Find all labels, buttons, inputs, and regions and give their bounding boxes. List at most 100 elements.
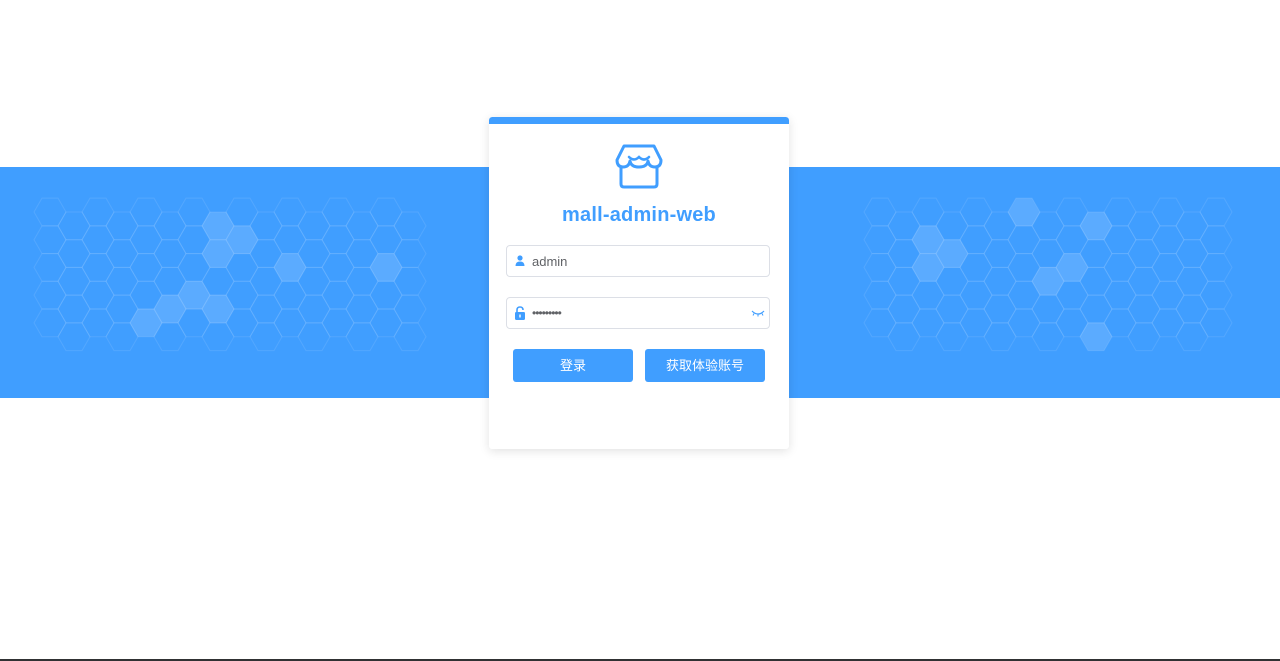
hexagon-shape xyxy=(911,197,945,227)
card-accent-bar xyxy=(489,117,789,124)
hexagon-shape xyxy=(959,280,993,310)
hexagon-shape xyxy=(1175,211,1209,241)
hexagon-shape xyxy=(81,253,115,282)
trial-account-button[interactable]: 获取体验账号 xyxy=(645,349,765,382)
hexagon-shape xyxy=(1151,225,1185,255)
hexagon-shape xyxy=(1151,280,1185,310)
hexagon-shape xyxy=(393,322,427,352)
hexagon-shape xyxy=(1151,197,1185,227)
hexagon-shape xyxy=(33,280,67,310)
hexagon-shape xyxy=(983,266,1017,296)
hexagon-shape xyxy=(57,239,91,268)
hexagon-shape xyxy=(1127,211,1161,241)
login-card: mall-admin-web 登录 获取体验账号 xyxy=(489,117,789,449)
hexagon-shape xyxy=(273,197,307,227)
hexagon-shape xyxy=(105,266,139,296)
hexagon-shape xyxy=(1175,294,1209,324)
hexagon-shape xyxy=(105,211,139,241)
hexagon-shape xyxy=(1127,322,1161,352)
hexagon-shape xyxy=(935,322,969,352)
hexagon-shape xyxy=(887,294,921,324)
hexagon-shape xyxy=(153,239,187,268)
hexagon-shape xyxy=(369,253,403,282)
hexagon-shape xyxy=(1175,266,1209,296)
hexagon-shape xyxy=(57,266,91,296)
hexagon-shape xyxy=(1079,294,1113,324)
store-icon xyxy=(615,144,663,189)
password-field[interactable] xyxy=(506,297,770,329)
hexagon-shape xyxy=(369,308,403,338)
hexagon-shape xyxy=(983,239,1017,268)
hexagon-shape xyxy=(105,239,139,268)
hexagon-shape xyxy=(81,197,115,227)
hexagon-shape xyxy=(393,294,427,324)
hexagon-shape xyxy=(1151,253,1185,282)
hexagon-shape xyxy=(81,225,115,255)
hexagon-shape xyxy=(1079,322,1113,352)
hexagon-shape xyxy=(1175,239,1209,268)
hexagon-shape xyxy=(273,280,307,310)
hexagon-shape xyxy=(1199,253,1233,282)
hexagon-shape xyxy=(1199,308,1233,338)
hexagon-shape xyxy=(321,253,355,282)
hexagon-shape xyxy=(1127,266,1161,296)
hexagon-pattern-right xyxy=(863,197,1233,352)
hexagon-shape xyxy=(1007,308,1041,338)
hexagon-shape xyxy=(1199,197,1233,227)
hexagon-shape xyxy=(911,280,945,310)
hexagon-shape xyxy=(1031,322,1065,352)
hexagon-shape xyxy=(57,322,91,352)
hexagon-shape xyxy=(297,294,331,324)
login-button[interactable]: 登录 xyxy=(513,349,633,382)
hexagon-shape xyxy=(321,308,355,338)
hexagon-shape xyxy=(935,294,969,324)
hexagon-shape xyxy=(345,211,379,241)
hexagon-shape xyxy=(33,308,67,338)
hexagon-shape xyxy=(345,294,379,324)
hexagon-shape xyxy=(129,253,163,282)
hexagon-shape xyxy=(369,197,403,227)
hexagon-shape xyxy=(273,253,307,282)
hexagon-shape xyxy=(1199,225,1233,255)
hexagon-shape xyxy=(81,308,115,338)
hexagon-shape xyxy=(57,211,91,241)
hexagon-shape xyxy=(1151,308,1185,338)
username-field[interactable] xyxy=(506,245,770,277)
hexagon-shape xyxy=(983,322,1017,352)
hexagon-shape xyxy=(1175,322,1209,352)
user-icon xyxy=(515,255,525,266)
hexagon-shape xyxy=(57,294,91,324)
eye-closed-icon[interactable] xyxy=(751,307,765,319)
hexagon-shape xyxy=(1079,211,1113,241)
hexagon-shape xyxy=(33,225,67,255)
password-input[interactable] xyxy=(532,298,747,328)
hexagon-shape xyxy=(959,197,993,227)
hexagon-shape xyxy=(1007,225,1041,255)
hexagon-shape xyxy=(1031,294,1065,324)
hexagon-shape xyxy=(321,280,355,310)
hexagon-shape xyxy=(201,322,235,352)
hexagon-shape xyxy=(129,197,163,227)
hexagon-shape xyxy=(887,322,921,352)
hexagon-shape xyxy=(153,211,187,241)
hexagon-shape xyxy=(1007,197,1041,227)
hexagon-shape xyxy=(249,294,283,324)
hexagon-shape xyxy=(959,308,993,338)
hexagon-shape xyxy=(393,211,427,241)
hexagon-shape xyxy=(81,280,115,310)
hexagon-shape xyxy=(33,197,67,227)
hexagon-shape xyxy=(345,322,379,352)
hexagon-shape xyxy=(863,225,897,255)
hexagon-shape xyxy=(1127,239,1161,268)
hexagon-shape xyxy=(911,308,945,338)
hexagon-shape xyxy=(863,197,897,227)
hexagon-shape xyxy=(249,322,283,352)
hexagon-shape xyxy=(863,253,897,282)
hexagon-shape xyxy=(297,322,331,352)
hexagon-shape xyxy=(129,225,163,255)
hexagon-shape xyxy=(321,225,355,255)
hexagon-shape xyxy=(863,308,897,338)
username-input[interactable] xyxy=(532,246,747,276)
hexagon-shape xyxy=(863,280,897,310)
hexagon-shape xyxy=(1103,253,1137,282)
